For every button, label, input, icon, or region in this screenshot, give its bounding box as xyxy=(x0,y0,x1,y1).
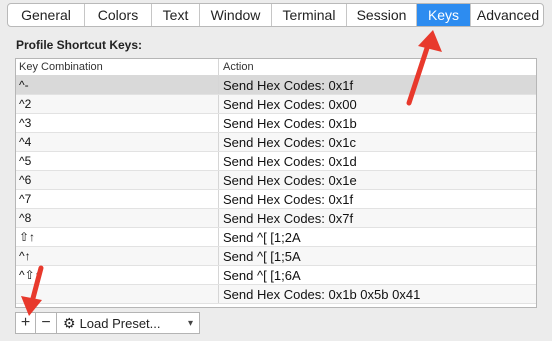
tab-keys[interactable]: Keys xyxy=(417,4,471,26)
preferences-tab-bar: General Colors Text Window Terminal Sess… xyxy=(7,3,544,27)
tab-general[interactable]: General xyxy=(8,4,85,26)
gear-icon: ⚙ xyxy=(63,314,76,331)
tab-terminal[interactable]: Terminal xyxy=(272,4,347,26)
action-cell: Send ^[ [1;6A xyxy=(223,267,301,283)
key-combination-cell: ^8 xyxy=(16,209,219,227)
load-preset-label: Load Preset... xyxy=(79,315,161,331)
key-combination-cell: ^- xyxy=(16,76,219,94)
action-cell: Send Hex Codes: 0x1d xyxy=(223,153,357,169)
table-row[interactable]: ^↑ Send ^[ [1;5A xyxy=(16,247,536,266)
tab-session[interactable]: Session xyxy=(347,4,417,26)
action-cell: Send Hex Codes: 0x1c xyxy=(223,134,356,150)
table-row[interactable]: ^6 Send Hex Codes: 0x1e xyxy=(16,171,536,190)
table-header: Key Combination Action xyxy=(16,59,536,76)
key-combination-cell: ^7 xyxy=(16,190,219,208)
key-combination-cell: ^4 xyxy=(16,133,219,151)
action-cell: Send Hex Codes: 0x00 xyxy=(223,96,357,112)
table-row[interactable]: ^3 Send Hex Codes: 0x1b xyxy=(16,114,536,133)
section-title: Profile Shortcut Keys: xyxy=(16,38,143,52)
table-row[interactable]: ^2 Send Hex Codes: 0x00 xyxy=(16,95,536,114)
table-row[interactable]: Send Hex Codes: 0x1b 0x5b 0x41 xyxy=(16,285,536,304)
table-row[interactable]: ^- Send Hex Codes: 0x1f xyxy=(16,76,536,95)
column-header-action[interactable]: Action xyxy=(219,59,536,75)
key-combination-cell: ^3 xyxy=(16,114,219,132)
action-cell: Send Hex Codes: 0x1b xyxy=(223,115,357,131)
action-cell: Send ^[ [1;5A xyxy=(223,248,301,264)
chevron-down-icon: ▾ xyxy=(187,317,193,329)
key-combination-cell: ^6 xyxy=(16,171,219,189)
key-combination-cell: ^⇧↑ xyxy=(16,266,219,284)
table-toolbar: + − ⚙ Load Preset... ▾ xyxy=(15,312,200,334)
key-combination-cell xyxy=(16,285,219,303)
table-row[interactable]: ^⇧↑ Send ^[ [1;6A xyxy=(16,266,536,285)
action-cell: Send Hex Codes: 0x1b 0x5b 0x41 xyxy=(223,286,421,302)
tab-text[interactable]: Text xyxy=(152,4,200,26)
key-combination-cell: ^↑ xyxy=(16,247,219,265)
tab-window[interactable]: Window xyxy=(200,4,272,26)
remove-shortcut-button[interactable]: − xyxy=(36,312,57,334)
column-header-key-combination[interactable]: Key Combination xyxy=(16,59,219,75)
action-cell: Send Hex Codes: 0x1e xyxy=(223,172,357,188)
action-cell: Send Hex Codes: 0x7f xyxy=(223,210,354,226)
key-combination-cell: ⇧↑ xyxy=(16,228,219,246)
action-cell: Send ^[ [1;2A xyxy=(223,229,301,245)
table-row[interactable]: ^4 Send Hex Codes: 0x1c xyxy=(16,133,536,152)
table-row[interactable]: ^8 Send Hex Codes: 0x7f xyxy=(16,209,536,228)
action-cell: Send Hex Codes: 0x1f xyxy=(223,77,354,93)
table-row[interactable]: ^5 Send Hex Codes: 0x1d xyxy=(16,152,536,171)
table-row[interactable]: ⇧↑ Send ^[ [1;2A xyxy=(16,228,536,247)
shortcut-keys-table: Key Combination Action ^- Send Hex Codes… xyxy=(15,58,537,308)
load-preset-button[interactable]: ⚙ Load Preset... ▾ xyxy=(57,312,200,334)
add-shortcut-button[interactable]: + xyxy=(15,312,36,334)
table-row[interactable]: ^7 Send Hex Codes: 0x1f xyxy=(16,190,536,209)
key-combination-cell: ^5 xyxy=(16,152,219,170)
tab-advanced[interactable]: Advanced xyxy=(471,4,543,26)
action-cell: Send Hex Codes: 0x1f xyxy=(223,191,354,207)
tab-colors[interactable]: Colors xyxy=(85,4,152,26)
key-combination-cell: ^2 xyxy=(16,95,219,113)
